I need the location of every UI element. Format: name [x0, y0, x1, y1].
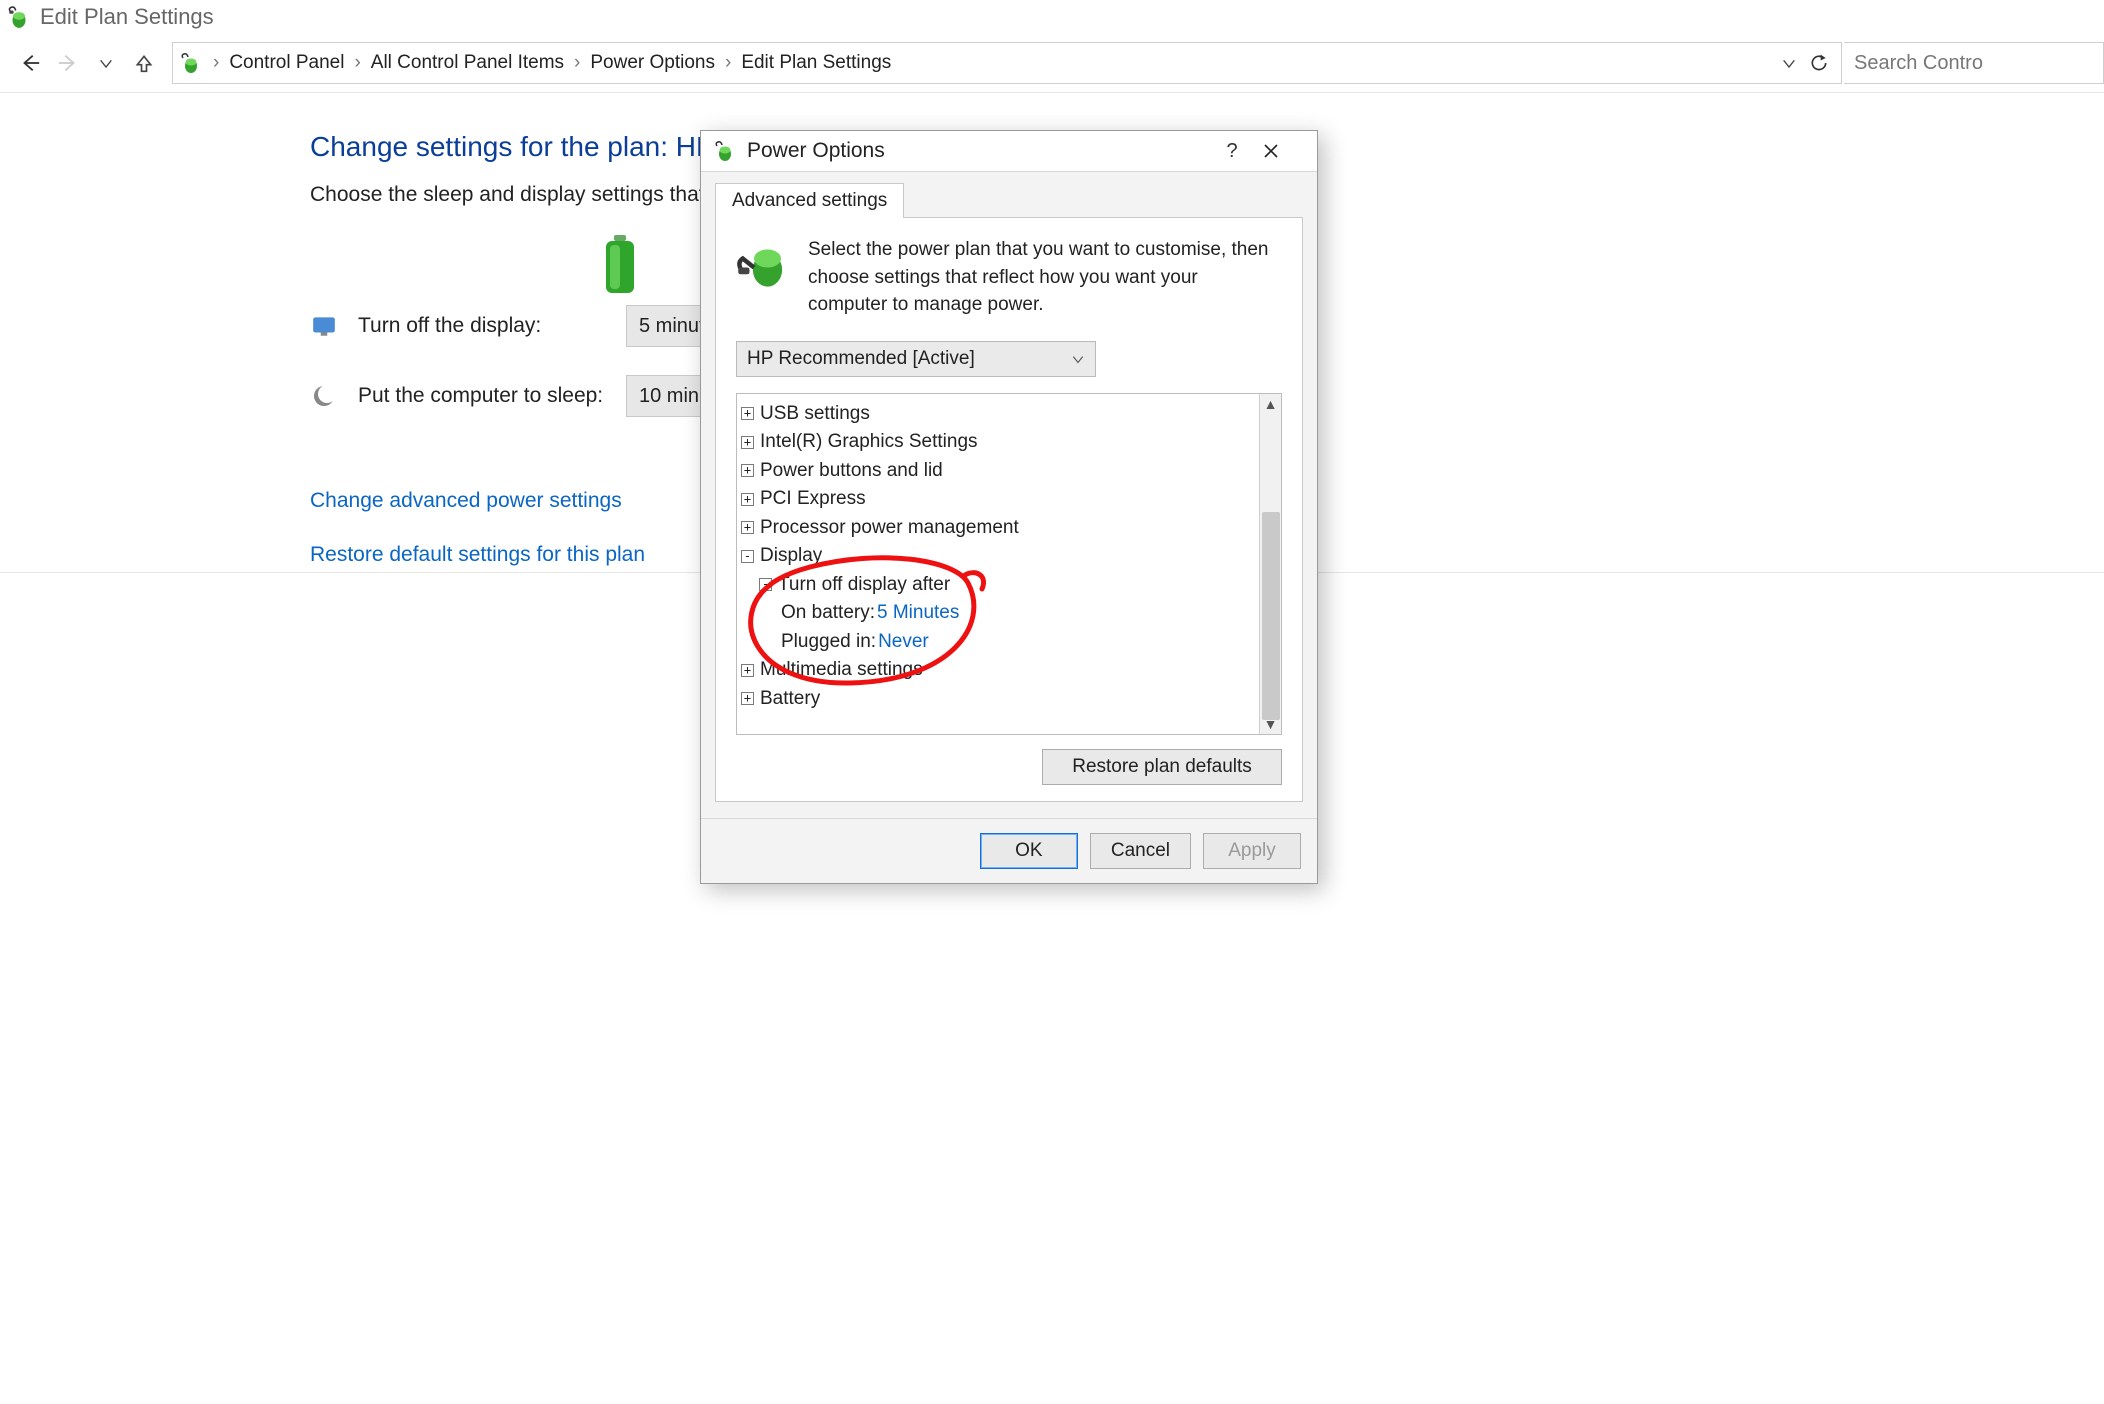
breadcrumb-separator[interactable]: › — [568, 52, 586, 74]
tree-item-battery[interactable]: +Battery — [741, 685, 1255, 714]
breadcrumb-item[interactable]: Power Options — [590, 52, 715, 74]
address-bar[interactable]: › Control Panel › All Control Panel Item… — [172, 42, 1842, 84]
power-options-dialog: Power Options ? Advanced settings Sele — [700, 130, 1318, 884]
up-button[interactable] — [126, 45, 162, 81]
dialog-icon — [713, 139, 737, 163]
tree-value-on-battery[interactable]: On battery: 5 Minutes — [741, 599, 1255, 628]
breadcrumb-item[interactable]: Edit Plan Settings — [741, 52, 891, 74]
app-icon — [6, 4, 32, 30]
window-title: Edit Plan Settings — [40, 4, 214, 30]
apply-button[interactable]: Apply — [1203, 833, 1301, 869]
help-button[interactable]: ? — [1211, 140, 1253, 163]
panel-icon — [736, 236, 790, 319]
ok-button[interactable]: OK — [980, 833, 1078, 869]
close-button[interactable] — [1263, 143, 1305, 159]
tab-panel: Select the power plan that you want to c… — [715, 217, 1303, 802]
tree-value-plugged-in[interactable]: Plugged in: Never — [741, 628, 1255, 657]
tree-item-multimedia[interactable]: +Multimedia settings — [741, 656, 1255, 685]
tree-item-processor[interactable]: +Processor power management — [741, 514, 1255, 543]
scroll-up-icon[interactable]: ▲ — [1260, 396, 1281, 412]
tree-item-display[interactable]: -Display — [741, 542, 1255, 571]
navigation-bar: › Control Panel › All Control Panel Item… — [0, 36, 2104, 93]
search-placeholder: Search Contro — [1854, 52, 1983, 75]
chevron-down-icon — [1071, 352, 1085, 366]
dialog-title-text: Power Options — [747, 139, 885, 163]
display-icon — [310, 312, 338, 340]
settings-tree: +USB settings +Intel(R) Graphics Setting… — [736, 393, 1282, 735]
turn-off-display-label: Turn off the display: — [358, 314, 606, 338]
tree-item-power-buttons[interactable]: +Power buttons and lid — [741, 457, 1255, 486]
back-button[interactable] — [12, 45, 48, 81]
scroll-thumb[interactable] — [1262, 512, 1280, 720]
scroll-down-icon[interactable]: ▼ — [1260, 716, 1281, 732]
refresh-button[interactable] — [1809, 53, 1829, 73]
breadcrumb-item[interactable]: Control Panel — [229, 52, 344, 74]
tree-scrollbar[interactable]: ▲ ▼ — [1259, 394, 1281, 734]
tab-advanced-settings[interactable]: Advanced settings — [715, 183, 904, 218]
breadcrumb-separator[interactable]: › — [719, 52, 737, 74]
forward-button[interactable] — [50, 45, 86, 81]
tree-item-usb[interactable]: +USB settings — [741, 400, 1255, 429]
tree-item-turn-off-display[interactable]: -Turn off display after — [741, 571, 1255, 600]
search-input[interactable]: Search Contro — [1844, 42, 2104, 84]
cancel-button[interactable]: Cancel — [1090, 833, 1191, 869]
window-title-bar: Edit Plan Settings — [0, 0, 2104, 36]
restore-plan-defaults-button[interactable]: Restore plan defaults — [1042, 749, 1282, 785]
address-icon — [179, 51, 203, 75]
breadcrumb-separator[interactable]: › — [207, 52, 225, 74]
tree-item-intel-graphics[interactable]: +Intel(R) Graphics Settings — [741, 428, 1255, 457]
dialog-button-row: OK Cancel Apply — [701, 818, 1317, 883]
tree-item-pci-express[interactable]: +PCI Express — [741, 485, 1255, 514]
moon-icon — [310, 382, 338, 410]
address-dropdown-icon[interactable] — [1781, 55, 1797, 71]
breadcrumb-item[interactable]: All Control Panel Items — [371, 52, 564, 74]
panel-intro-text: Select the power plan that you want to c… — [808, 236, 1282, 319]
plan-select[interactable]: HP Recommended [Active] — [736, 341, 1096, 377]
breadcrumb-separator[interactable]: › — [348, 52, 366, 74]
recent-dropdown[interactable] — [88, 45, 124, 81]
dialog-titlebar[interactable]: Power Options ? — [701, 131, 1317, 172]
sleep-label: Put the computer to sleep: — [358, 384, 606, 408]
